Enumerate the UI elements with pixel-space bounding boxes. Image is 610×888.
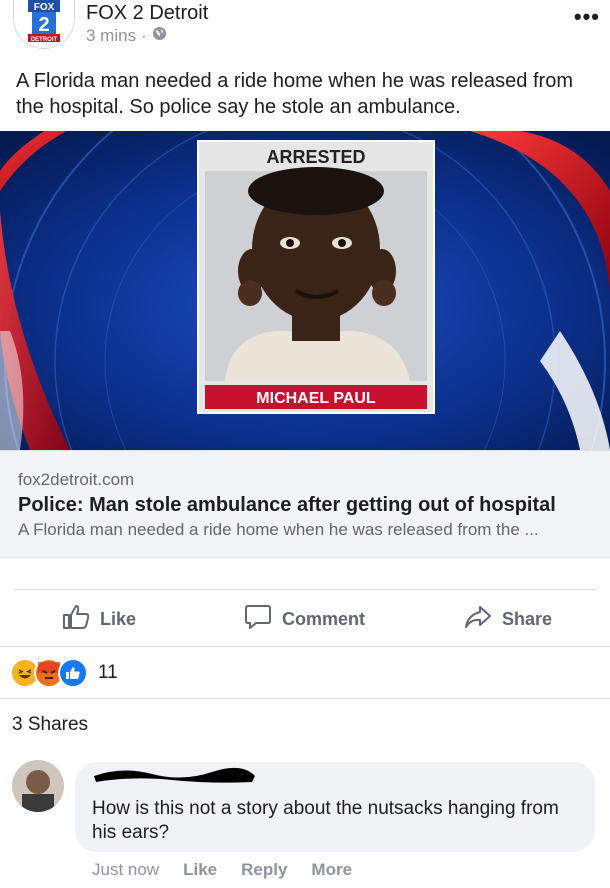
comment-label: Comment bbox=[282, 609, 366, 629]
link-title[interactable]: Police: Man stole ambulance after gettin… bbox=[18, 494, 556, 517]
link-description: A Florida man needed a ride home when he… bbox=[18, 520, 539, 539]
ellipsis-icon: ••• bbox=[573, 4, 600, 29]
like-button[interactable]: Like bbox=[62, 604, 136, 635]
comment-actions: Just now Like Reply More bbox=[92, 860, 352, 880]
svg-text:FOX: FOX bbox=[34, 2, 55, 13]
comment-like-button[interactable]: Like bbox=[183, 860, 217, 880]
share-button[interactable]: Share bbox=[464, 604, 552, 635]
fox2-logo: FOX 2 DETROIT bbox=[14, 0, 74, 48]
comment-time: Just now bbox=[92, 860, 160, 879]
like-label: Like bbox=[100, 609, 137, 629]
comment-reply-button[interactable]: Reply bbox=[241, 860, 287, 880]
comment-button[interactable]: Comment bbox=[244, 604, 365, 635]
post-meta: 3 mins · bbox=[86, 26, 167, 46]
post-text: A Florida man needed a ride home when he… bbox=[16, 70, 573, 118]
like-icon bbox=[58, 658, 88, 688]
thumbs-up-icon bbox=[62, 604, 90, 635]
link-domain: fox2detroit.com bbox=[18, 470, 135, 489]
share-label: Share bbox=[502, 609, 553, 629]
comment-text: How is this not a story about the nutsac… bbox=[92, 798, 559, 843]
share-icon bbox=[464, 604, 492, 635]
divider bbox=[0, 698, 610, 699]
page-avatar[interactable]: FOX 2 DETROIT bbox=[14, 0, 74, 48]
shares-count[interactable]: 3 Shares bbox=[12, 714, 88, 736]
more-options-button[interactable]: ••• bbox=[574, 4, 600, 30]
post-time[interactable]: 3 mins bbox=[86, 26, 136, 46]
commenter-avatar[interactable] bbox=[12, 760, 64, 812]
commenter-name-redacted bbox=[92, 764, 257, 786]
reactions-summary[interactable]: 11 bbox=[10, 658, 118, 688]
link-preview-image[interactable]: ARRESTED MICHAEL PAUL bbox=[0, 131, 610, 450]
mugshot-graphic: ARRESTED MICHAEL PAUL bbox=[0, 131, 610, 450]
divider bbox=[14, 589, 596, 590]
comment-more-button[interactable]: More bbox=[311, 860, 352, 880]
divider bbox=[0, 646, 610, 647]
arrested-label: ARRESTED bbox=[266, 147, 365, 167]
logo-number: 2 bbox=[38, 14, 49, 36]
page-name[interactable]: FOX 2 Detroit bbox=[86, 2, 208, 25]
meta-separator: · bbox=[141, 26, 147, 45]
comment-icon bbox=[244, 604, 272, 635]
svg-text:DETROIT: DETROIT bbox=[31, 37, 58, 43]
globe-icon bbox=[152, 26, 167, 46]
reaction-count: 11 bbox=[98, 662, 118, 683]
suspect-name: MICHAEL PAUL bbox=[256, 390, 376, 407]
